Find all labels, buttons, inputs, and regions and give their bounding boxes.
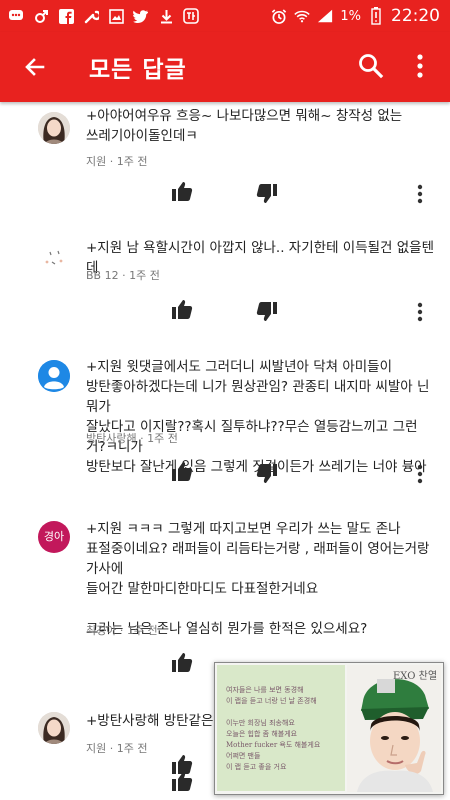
search-button[interactable] bbox=[355, 50, 387, 82]
video-thumbnail bbox=[347, 665, 441, 792]
dislike-button[interactable] bbox=[255, 300, 279, 324]
more-vert-icon bbox=[417, 302, 423, 322]
like-button[interactable] bbox=[170, 179, 194, 203]
search-icon bbox=[359, 54, 384, 79]
thumbs-up-icon bbox=[172, 300, 193, 319]
thumbs-up-icon bbox=[172, 653, 193, 672]
twitter-icon bbox=[133, 8, 149, 24]
mini-player[interactable]: 여자들은 나를 보면 동경해 이 랩을 듣고 너랑 넌 날 존경해 이누만 회장… bbox=[214, 662, 444, 795]
comment-author: 방탄사랑해 bbox=[86, 432, 137, 445]
status-bar: 1% 22:20 bbox=[0, 0, 450, 32]
dislike-button[interactable] bbox=[255, 182, 279, 206]
comment-author: BB 12 bbox=[86, 269, 119, 282]
like-button[interactable] bbox=[170, 459, 194, 483]
avatar[interactable] bbox=[38, 360, 70, 392]
avatar[interactable] bbox=[38, 712, 70, 744]
more-vert-icon bbox=[417, 54, 423, 78]
chat-bubble-icon bbox=[8, 8, 24, 24]
download-icon bbox=[158, 8, 174, 24]
video-tag: EXO 찬열 bbox=[393, 671, 438, 682]
dislike-button[interactable] bbox=[255, 462, 279, 486]
comment-text: +지원 ㅋㅋㅋ 그렇게 따지고보면 우리가 쓰는 말도 존나 표절중이네요? 래… bbox=[86, 521, 430, 637]
male-symbol-icon bbox=[33, 8, 49, 24]
battery-icon bbox=[368, 7, 384, 25]
comment-time: 1주 전 bbox=[126, 624, 158, 637]
wifi-icon bbox=[294, 8, 311, 24]
comment-author: 최경아 bbox=[86, 624, 117, 637]
avatar[interactable]: 경아 bbox=[38, 521, 70, 553]
thumbs-down-icon bbox=[256, 302, 277, 321]
thumbs-up-icon bbox=[172, 182, 193, 201]
comment-item: +아야어여우유 흐응~ 나보다많으면 뭐해~ 창작성 없는 쓰레기아이돌인데ㅋ … bbox=[0, 102, 450, 232]
lyrics-note: 여자들은 나를 보면 동경해 이 랩을 듣고 너랑 넌 날 존경해 이누만 회장… bbox=[217, 665, 345, 791]
comment-time: 1주 전 bbox=[147, 432, 178, 445]
clock: 22:20 bbox=[391, 6, 440, 26]
avatar-label: 경아 bbox=[43, 530, 65, 543]
overflow-menu-button[interactable] bbox=[408, 50, 432, 82]
comment-meta: BB 12 · 1주 전 bbox=[86, 269, 160, 282]
app-bar: 모든 답글 bbox=[0, 32, 450, 102]
thumbs-up-icon bbox=[172, 772, 193, 791]
default-avatar-icon bbox=[38, 360, 70, 392]
comment-time: 1주 전 bbox=[116, 742, 148, 755]
thumbs-down-icon bbox=[256, 184, 277, 203]
comment-meta: 최경아 · 1주 전 bbox=[86, 624, 158, 637]
like-button[interactable] bbox=[170, 650, 194, 674]
comment-menu-button[interactable] bbox=[415, 463, 425, 485]
image-icon bbox=[108, 8, 124, 24]
comment-menu-button[interactable] bbox=[415, 183, 425, 205]
comment-time: 1주 전 bbox=[116, 155, 148, 168]
lyrics-text: 여자들은 나를 보면 동경해 이 랩을 듣고 너랑 넌 날 존경해 이누만 회장… bbox=[226, 686, 321, 771]
status-right: 1% 22:20 bbox=[271, 6, 450, 26]
facebook-icon bbox=[58, 8, 74, 24]
comment-item: +지원 윗댓글에서도 그러더니 씨발년아 닥쳐 아미들이 방탄좋아하겠다는데 니… bbox=[0, 342, 450, 502]
comment-menu-button[interactable] bbox=[415, 301, 425, 323]
more-vert-icon bbox=[417, 464, 423, 484]
wrench-icon bbox=[83, 8, 99, 24]
comment-text: +아야어여우유 흐응~ 나보다많으면 뭐해~ 창작성 없는 쓰레기아이돌인데ㅋ bbox=[86, 108, 403, 144]
thumbs-down-icon bbox=[256, 464, 277, 483]
avatar[interactable] bbox=[38, 242, 70, 274]
more-vert-icon bbox=[417, 184, 423, 204]
comment-text: +지원 윗댓글에서도 그러더니 씨발년아 닥쳐 아미들이 방탄좋아하겠다는데 니… bbox=[86, 359, 430, 475]
like-button[interactable] bbox=[170, 769, 194, 793]
comment-meta: 지원 · 1주 전 bbox=[86, 155, 148, 168]
comment-item: +지원 남 욕할시간이 아깝지 않나.. 자기한테 이득될건 없을텐데 BB 1… bbox=[0, 232, 450, 342]
battery-level: 1% bbox=[340, 8, 361, 24]
page-title: 모든 답글 bbox=[89, 57, 187, 83]
comment-author: 지원 bbox=[86, 742, 107, 755]
comment-author: 지원 bbox=[86, 155, 107, 168]
signal-icon bbox=[317, 8, 333, 24]
notification-icons bbox=[0, 8, 199, 24]
comment-meta: 방탄사랑해 · 1주 전 bbox=[86, 432, 178, 445]
avatar[interactable] bbox=[38, 112, 70, 144]
like-button[interactable] bbox=[170, 297, 194, 321]
back-arrow-icon bbox=[25, 58, 45, 76]
comment-time: 1주 전 bbox=[129, 269, 160, 282]
alarm-icon bbox=[271, 8, 287, 24]
back-button[interactable] bbox=[15, 47, 55, 87]
app-badge-icon bbox=[183, 8, 199, 24]
thumbs-up-icon bbox=[172, 462, 193, 481]
comment-meta: 지원 · 1주 전 bbox=[86, 742, 148, 755]
